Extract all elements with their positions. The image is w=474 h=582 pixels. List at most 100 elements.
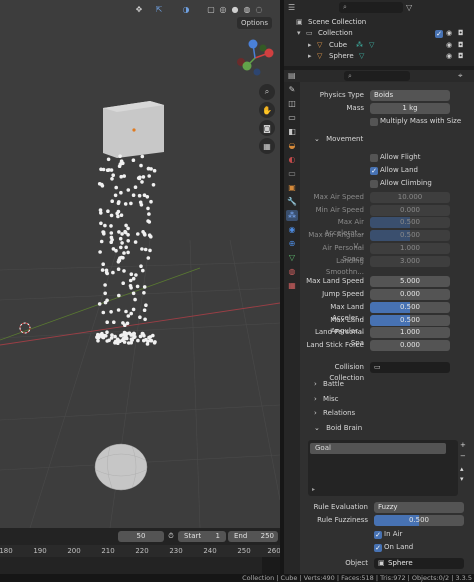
outliner-filter-funnel-icon[interactable]: ▽ xyxy=(406,3,416,13)
data-tab-icon[interactable]: ▽ xyxy=(286,252,298,263)
physics-tab-icon[interactable]: ◉ xyxy=(286,224,298,235)
modifier-tab-icon[interactable]: 🔧 xyxy=(286,196,298,207)
on-land-checkbox[interactable]: ✓ xyxy=(374,544,382,552)
texture-tab-icon[interactable]: ▦ xyxy=(286,280,298,291)
object-field[interactable]: ▣ Sphere xyxy=(374,558,464,569)
filter-icon[interactable]: ☰ xyxy=(288,3,298,13)
material-tab-icon[interactable]: ◍ xyxy=(286,266,298,277)
navigation-gizmo[interactable] xyxy=(233,36,277,80)
particle xyxy=(121,255,125,260)
pan-hand-icon[interactable]: ✋ xyxy=(259,102,275,118)
particle xyxy=(120,241,124,245)
world-tab-icon[interactable]: ◐ xyxy=(286,154,298,165)
particle xyxy=(152,168,157,173)
add-rule-icon[interactable]: + xyxy=(460,441,466,449)
boid-brain-panel-header[interactable]: ⌄ Boid Brain xyxy=(314,423,362,434)
min-air-speed-field[interactable]: 0.000 xyxy=(370,205,450,216)
landing-smoothness-field[interactable]: 3.000 xyxy=(370,256,450,267)
xray-icon[interactable]: ▢ xyxy=(206,3,216,15)
land-stick-force-field[interactable]: 0.000 xyxy=(370,340,450,351)
collection-tab-icon[interactable]: ▭ xyxy=(286,168,298,179)
stopwatch-icon[interactable]: ⏱ xyxy=(166,531,176,542)
object-gizmo-icon[interactable]: ✥ xyxy=(132,3,146,15)
object-tab-icon[interactable]: ▣ xyxy=(286,182,298,193)
show-gizmo-icon[interactable]: ⇱ xyxy=(150,3,168,15)
rule-evaluation-dropdown[interactable]: Fuzzy xyxy=(374,502,464,513)
zoom-icon[interactable]: ⌕ xyxy=(259,84,275,100)
properties-search-input[interactable]: ⌕ xyxy=(344,71,410,81)
move-down-icon[interactable]: ▾ xyxy=(460,475,464,483)
outliner-row-cube[interactable]: ▸ ▽ Cube ⁂ ▽ ◉ ◘ xyxy=(284,40,474,51)
rule-fuzziness-field[interactable]: 0.500 xyxy=(374,515,464,526)
mesh-data-icon[interactable]: ▽ xyxy=(359,51,364,62)
tool-tab-icon[interactable]: ✎ xyxy=(286,84,298,95)
list-expand-icon[interactable]: ▸ xyxy=(312,486,315,493)
view-layer-tab-icon[interactable]: ◧ xyxy=(286,126,298,137)
in-air-checkbox[interactable]: ✓ xyxy=(374,531,382,539)
eye-icon[interactable]: ◉ xyxy=(446,51,452,62)
start-frame-field[interactable]: Start 1 xyxy=(178,531,226,542)
pin-icon[interactable]: ⌖ xyxy=(458,71,463,81)
air-personal-space-field[interactable]: 1.000 xyxy=(370,243,450,254)
physics-type-dropdown[interactable]: Boids xyxy=(370,90,450,101)
scene-tab-icon[interactable]: ◒ xyxy=(286,140,298,151)
battle-panel-header[interactable]: › Battle xyxy=(314,379,344,390)
allow-land-checkbox[interactable]: ✓ xyxy=(370,167,378,175)
overlays-icon[interactable]: ◑ xyxy=(178,3,194,15)
particle xyxy=(147,335,151,340)
outliner-search-input[interactable]: ⌕ xyxy=(339,2,403,13)
shading-rendered-icon[interactable]: ◌ xyxy=(254,3,264,15)
misc-panel-header[interactable]: › Misc xyxy=(314,394,339,405)
max-land-speed-field[interactable]: 5.000 xyxy=(370,276,450,287)
particles-modifier-icon[interactable]: ⁂ xyxy=(356,40,363,51)
max-land-acceleration-field[interactable]: 0.500 xyxy=(370,302,450,313)
outliner-row-collection[interactable]: ▾ ▭ Collection ✓ ◉ ◘ xyxy=(284,28,474,39)
current-frame-field[interactable]: 50 xyxy=(118,531,164,542)
particles-tab-icon[interactable]: ⁂ xyxy=(286,210,298,221)
allow-climbing-checkbox[interactable] xyxy=(370,180,378,188)
allow-flight-checkbox[interactable] xyxy=(370,154,378,162)
camera-render-icon[interactable]: ◘ xyxy=(458,40,464,51)
max-air-speed-field[interactable]: 10.000 xyxy=(370,192,450,203)
output-tab-icon[interactable]: ▭ xyxy=(286,112,298,123)
boid-rules-list[interactable]: Goal ▸ xyxy=(308,440,458,496)
particle xyxy=(110,238,114,242)
camera-render-icon[interactable]: ◘ xyxy=(458,51,464,62)
collection-include-checkbox[interactable]: ✓ xyxy=(435,30,443,38)
chevron-right-icon: › xyxy=(314,409,317,417)
land-personal-space-field[interactable]: 1.000 xyxy=(370,327,450,338)
max-air-acceleration-field[interactable]: 0.500 xyxy=(370,217,450,228)
jump-speed-field[interactable]: 0.000 xyxy=(370,289,450,300)
options-button[interactable]: Options xyxy=(236,17,272,29)
end-frame-field[interactable]: End 250 xyxy=(228,531,278,542)
shading-wireframe-icon[interactable]: ◎ xyxy=(218,3,228,15)
outliner-row-sphere[interactable]: ▸ ▽ Sphere ▽ ◉ ◘ xyxy=(284,51,474,62)
eye-icon[interactable]: ◉ xyxy=(446,28,452,39)
shading-solid-icon[interactable]: ● xyxy=(230,3,240,15)
shading-material-icon[interactable]: ◍ xyxy=(242,3,252,15)
max-land-angular-field[interactable]: 0.500 xyxy=(370,315,450,326)
mass-field[interactable]: 1 kg xyxy=(370,103,450,114)
render-tab-icon[interactable]: ◫ xyxy=(286,98,298,109)
collision-collection-field[interactable]: ▭ xyxy=(370,362,450,373)
camera-view-icon[interactable]: ◙ xyxy=(259,120,275,136)
remove-rule-icon[interactable]: − xyxy=(460,452,466,460)
multiply-mass-checkbox[interactable] xyxy=(370,118,378,126)
relations-panel-header[interactable]: › Relations xyxy=(314,408,355,419)
timeline-ruler[interactable]: 180 190 200 210 220 230 240 250 260 xyxy=(0,545,281,557)
eye-icon[interactable]: ◉ xyxy=(446,40,452,51)
movement-panel-header[interactable]: ⌄ Movement xyxy=(314,134,363,145)
editor-type-icon[interactable]: ▤ xyxy=(288,71,296,80)
rule-item-goal[interactable]: Goal xyxy=(310,443,446,454)
3d-viewport[interactable]: ✥ ⇱ ◑ ▢ ◎ ● ◍ ◌ Options ⌕ ✋ ◙ ▦ xyxy=(0,0,280,528)
perspective-grid-icon[interactable]: ▦ xyxy=(259,138,275,154)
expand-arrow-icon[interactable]: ▸ xyxy=(308,51,312,62)
move-up-icon[interactable]: ▴ xyxy=(460,465,464,473)
expand-arrow-icon[interactable]: ▸ xyxy=(308,40,312,51)
mesh-data-icon[interactable]: ▽ xyxy=(369,40,374,51)
expand-arrow-icon[interactable]: ▾ xyxy=(297,28,301,39)
camera-render-icon[interactable]: ◘ xyxy=(458,28,464,39)
outliner-row-scene-collection[interactable]: ▣ Scene Collection xyxy=(284,17,474,28)
constraints-tab-icon[interactable]: ⊕ xyxy=(286,238,298,249)
max-air-angular-field[interactable]: 0.500 xyxy=(370,230,450,241)
